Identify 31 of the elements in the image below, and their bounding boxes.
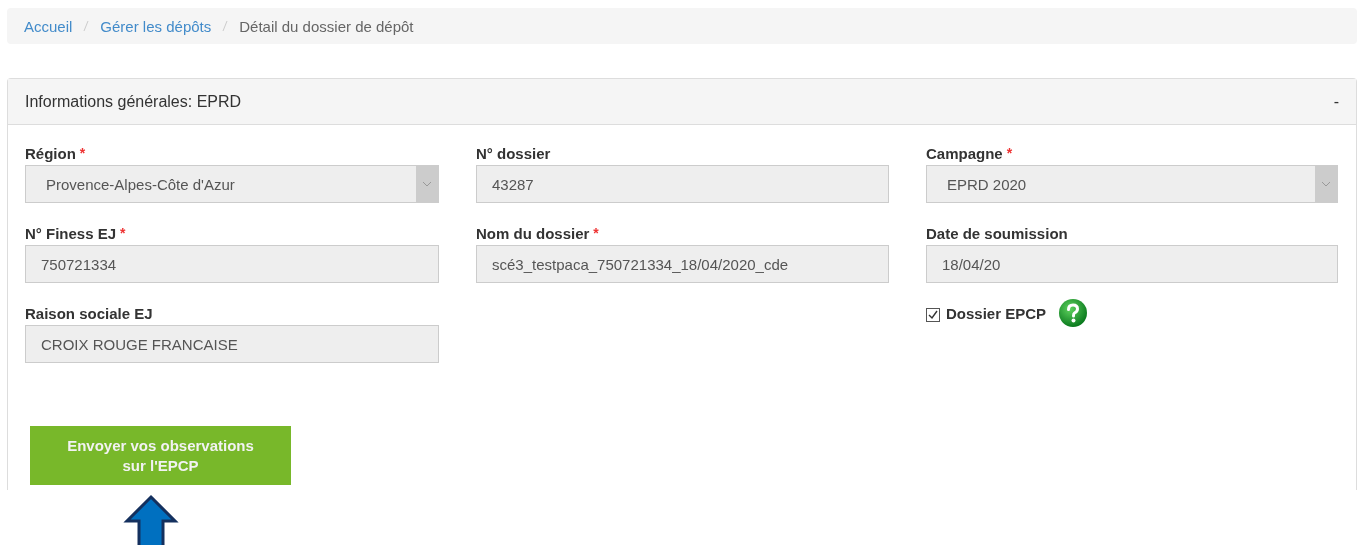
required-mark: *	[1006, 145, 1013, 161]
separator-icon	[222, 20, 229, 32]
collapse-toggle[interactable]: -	[1333, 92, 1339, 111]
checkbox-label: Dossier EPCP	[946, 304, 1047, 322]
required-mark: *	[79, 145, 86, 161]
caret-icon	[416, 166, 438, 202]
input-field[interactable]: scé3_testpaca_750721334_18/04/2020_cde	[476, 245, 889, 283]
breadcrumb-link[interactable]: Gérer les dépôts	[100, 17, 212, 35]
required-mark: *	[593, 225, 599, 241]
up-arrow-icon	[124, 495, 178, 545]
field-label: Raison sociale EJ	[25, 304, 153, 322]
field-label: Région	[25, 144, 76, 162]
help-icon[interactable]	[1058, 298, 1089, 328]
input-field[interactable]: 750721334	[25, 245, 439, 283]
separator-icon	[83, 20, 90, 32]
required-mark: *	[120, 225, 126, 241]
field-label: N° dossier	[476, 144, 551, 162]
input-field[interactable]: 43287	[476, 165, 889, 203]
breadcrumb-link[interactable]: Accueil	[24, 17, 73, 35]
caret-icon	[1315, 166, 1337, 202]
field-label: Campagne	[926, 144, 1003, 162]
field-label: Date de soumission	[926, 224, 1068, 242]
checkbox[interactable]	[926, 308, 940, 322]
select-field[interactable]: EPRD 2020	[926, 165, 1338, 203]
select-field[interactable]: Provence-Alpes-Côte d'Azur	[25, 165, 439, 203]
field-label: N° Finess EJ	[25, 224, 117, 242]
breadcrumb-current: Détail du dossier de dépôt	[239, 17, 414, 35]
input-field[interactable]: CROIX ROUGE FRANCAISE	[25, 325, 439, 363]
panel-title: Informations générales: EPRD	[25, 92, 242, 111]
field-label: Nom du dossier	[476, 224, 590, 242]
input-field[interactable]: 18/04/20	[926, 245, 1338, 283]
